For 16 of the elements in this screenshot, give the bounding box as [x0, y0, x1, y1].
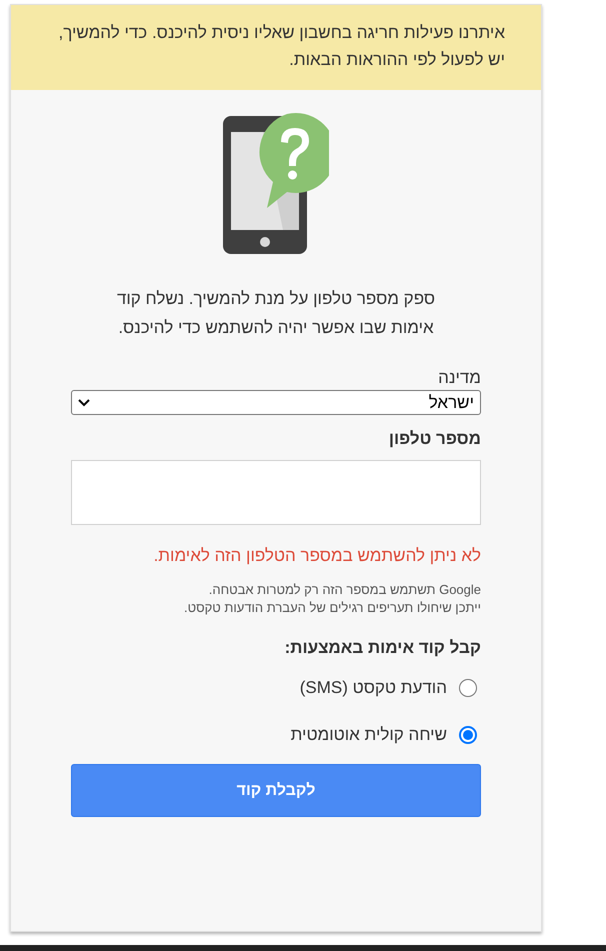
chevron-down-icon	[78, 398, 90, 406]
description-text: ספק מספר טלפון על מנת להמשיך. נשלח קוד אימות שבו אפשר יהיה להשתמש כדי להיכנס.	[116, 288, 436, 339]
country-label: מדינה	[437, 368, 481, 388]
radio-button[interactable]	[459, 679, 477, 697]
phone-question-icon	[223, 112, 329, 254]
note-text: ייתכן שיחולו תעריפים רגילים של העברת הודעות טקסט.	[183, 599, 481, 617]
radio-label: הודעת טקסט (SMS)	[300, 677, 447, 699]
method-heading: קבל קוד אימות באמצעות:	[284, 637, 481, 659]
phone-input-field[interactable]	[71, 460, 481, 525]
radio-label: שיחה קולית אוטומטית	[290, 724, 447, 746]
country-select[interactable]: ישראל	[71, 390, 481, 415]
phone-label: מספר טלפון	[388, 429, 481, 449]
error-message: לא ניתן להשתמש במספר הטלפון הזה לאימות.	[152, 545, 481, 567]
radio-button[interactable]	[459, 726, 477, 744]
note-text: Google תשתמש במספר הזה רק למטרות אבטחה.	[208, 581, 481, 599]
warning-text: איתרנו פעילות חריגה בחשבון שאליו ניסית להיכנס. כדי להמשיך, יש לפעול לפי ההוראות הבאות.	[58, 22, 505, 71]
